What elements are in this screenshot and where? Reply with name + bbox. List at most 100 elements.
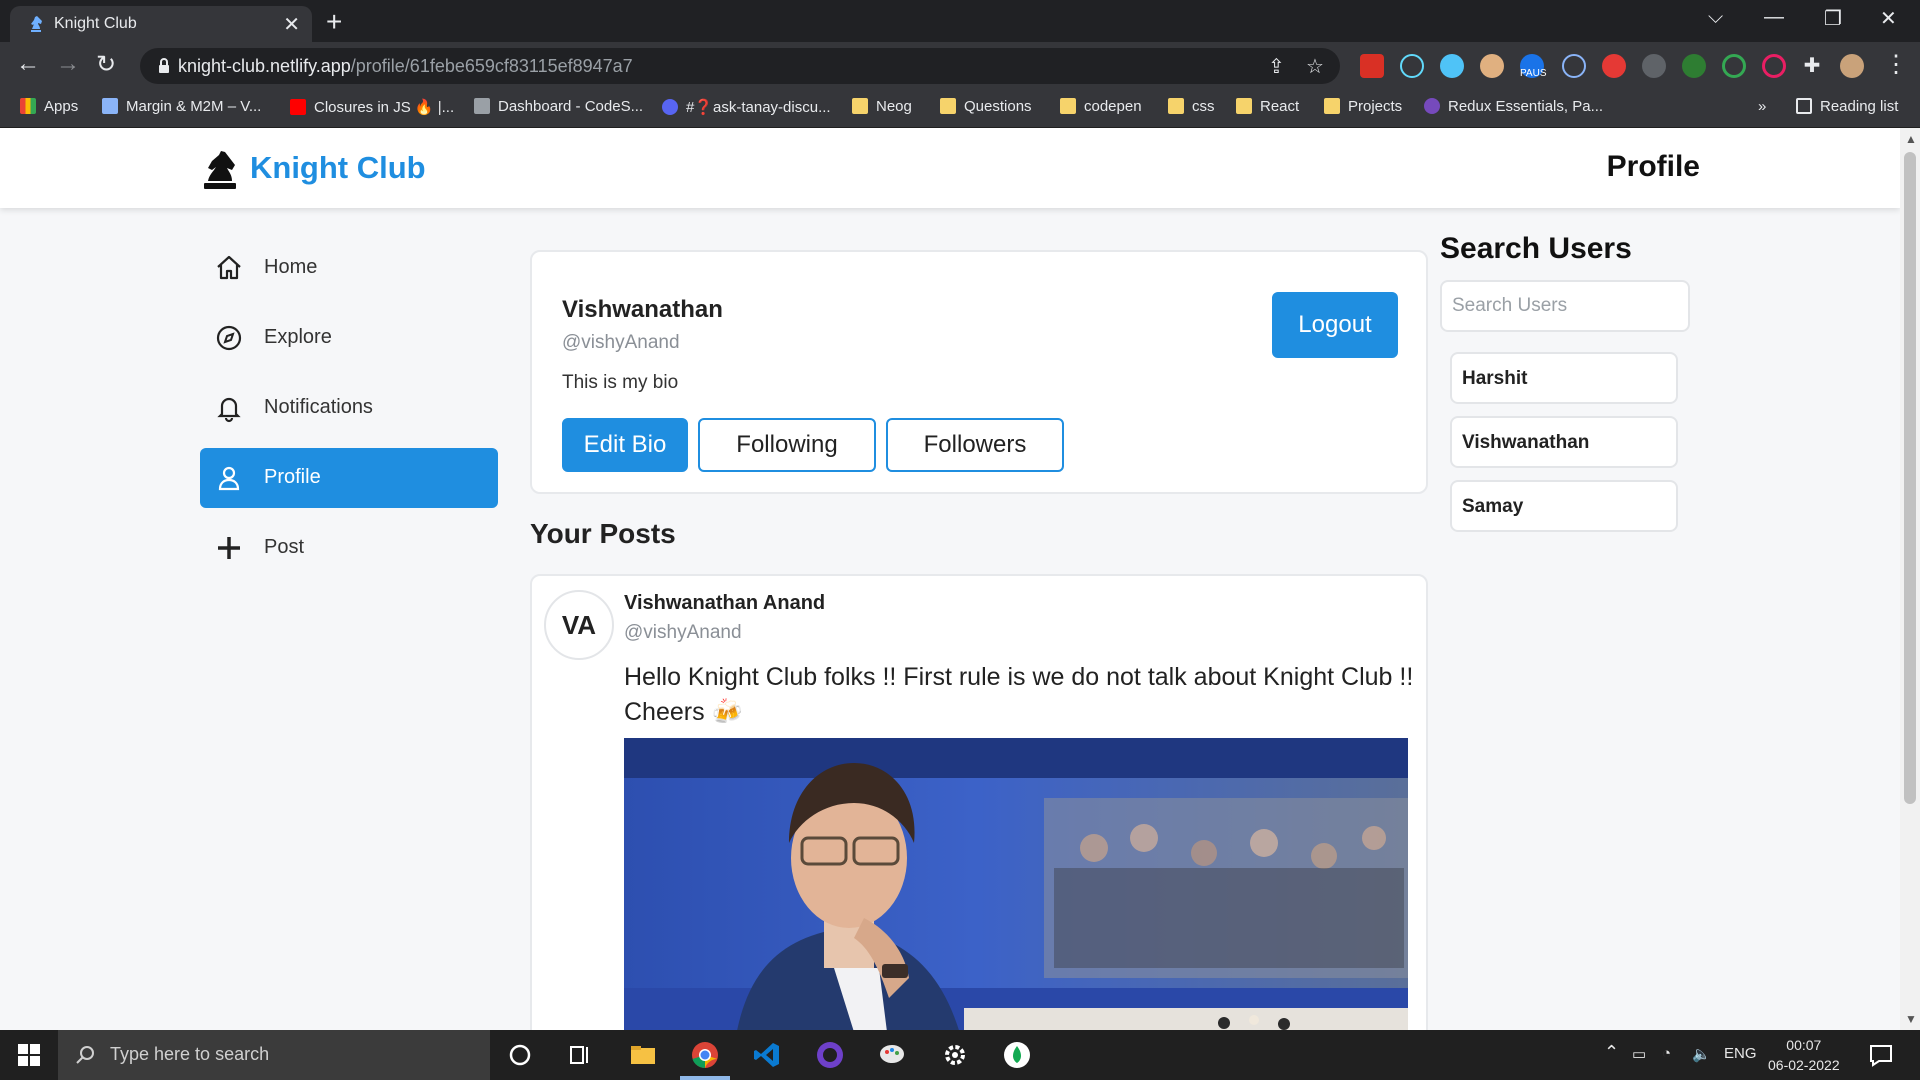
user-result-vishwanathan[interactable]: Vishwanathan: [1450, 416, 1678, 468]
knight-favicon-icon: [31, 16, 42, 32]
pocket-extension-icon[interactable]: [1360, 54, 1384, 78]
brand-logo[interactable]: Knight Club: [202, 146, 426, 190]
nav-item-post[interactable]: Post: [200, 518, 498, 578]
bookmark-neog[interactable]: Neog: [852, 98, 912, 115]
extensions-puzzle-icon[interactable]: ✚: [1800, 54, 1824, 78]
scrollbar-thumb[interactable]: [1904, 152, 1916, 804]
bookmark-react[interactable]: React: [1236, 98, 1299, 115]
bookmark-css[interactable]: css: [1168, 98, 1215, 115]
page-title: Profile: [1606, 150, 1700, 183]
bookmark-star-icon[interactable]: ☆: [1306, 54, 1324, 79]
volume-icon[interactable]: 🔈: [1692, 1045, 1711, 1063]
profile-name: Vishwanathan: [562, 296, 723, 323]
github-desktop-icon[interactable]: [815, 1040, 845, 1070]
grammarly-icon[interactable]: [1642, 54, 1666, 78]
edit-bio-button[interactable]: Edit Bio: [562, 418, 688, 472]
nav-label: Profile: [264, 466, 321, 488]
bookmark-redux[interactable]: Redux Essentials, Pa...: [1424, 98, 1603, 115]
tab-search-icon[interactable]: ⌵: [1708, 6, 1723, 29]
user-icon: [218, 466, 240, 491]
browser-toolbar: ← → ↻ knight-club.netlify.app/profile/61…: [0, 42, 1920, 90]
tab-title: Knight Club: [54, 15, 137, 32]
bookmark-apps[interactable]: Apps: [20, 98, 78, 115]
bookmark-dashboard[interactable]: Dashboard - CodeS...: [474, 98, 643, 115]
owl-extension-icon[interactable]: [1480, 54, 1504, 78]
nav-label: Explore: [264, 326, 332, 348]
mongodb-compass-icon[interactable]: [1002, 1040, 1032, 1070]
following-button[interactable]: Following: [698, 418, 876, 472]
folder-icon: [1168, 98, 1184, 114]
chrome-icon[interactable]: [690, 1040, 720, 1070]
search-users-input[interactable]: [1440, 280, 1690, 332]
notification-center-icon[interactable]: [1866, 1040, 1896, 1070]
close-window-button[interactable]: ✕: [1880, 6, 1897, 31]
vscode-icon[interactable]: [752, 1040, 782, 1070]
settings-gear-icon[interactable]: [940, 1040, 970, 1070]
bookmark-closures[interactable]: Closures in JS 🔥 |...: [290, 98, 454, 116]
m-extension-icon[interactable]: [1440, 54, 1464, 78]
nav-item-notifications[interactable]: Notifications: [200, 378, 498, 438]
page-scrollbar[interactable]: ▲ ▼: [1900, 128, 1920, 1030]
app-header: Knight Club Profile: [0, 128, 1900, 208]
reading-list-button[interactable]: Reading list: [1796, 98, 1898, 115]
url-host: knight-club.netlify.app: [178, 56, 351, 76]
taskbar-search-box[interactable]: Type here to search: [58, 1030, 490, 1080]
share-icon[interactable]: ⇪: [1268, 54, 1285, 79]
minimize-button[interactable]: —: [1764, 6, 1784, 29]
pen-extension-icon[interactable]: [1562, 54, 1586, 78]
reload-button[interactable]: ↻: [96, 50, 116, 79]
scroll-up-arrow-icon[interactable]: ▲: [1905, 132, 1917, 146]
cortana-icon[interactable]: [505, 1040, 535, 1070]
nav-item-explore[interactable]: Explore: [200, 308, 498, 368]
taskbar-clock[interactable]: 00:07 06-02-2022: [1768, 1035, 1840, 1075]
followers-button[interactable]: Followers: [886, 418, 1064, 472]
task-view-icon[interactable]: [565, 1040, 595, 1070]
nav-label: Notifications: [264, 396, 373, 418]
post-avatar[interactable]: VA: [544, 590, 614, 660]
bw-extension-icon[interactable]: [1682, 54, 1706, 78]
language-indicator[interactable]: ENG: [1724, 1045, 1757, 1062]
logout-button[interactable]: Logout: [1272, 292, 1398, 358]
bookmark-projects[interactable]: Projects: [1324, 98, 1402, 115]
user-result-harshit[interactable]: Harshit: [1450, 352, 1678, 404]
taskbar-search-placeholder: Type here to search: [110, 1044, 270, 1064]
clock-date: 06-02-2022: [1768, 1057, 1840, 1073]
bookmark-label: Dashboard - CodeS...: [498, 98, 644, 115]
bookmark-codepen[interactable]: codepen: [1060, 98, 1142, 115]
file-explorer-icon[interactable]: [628, 1040, 658, 1070]
battery-icon[interactable]: ▭: [1632, 1045, 1646, 1063]
back-button[interactable]: ←: [16, 50, 40, 78]
address-bar[interactable]: knight-club.netlify.app/profile/61febe65…: [140, 48, 1340, 84]
nav-item-profile[interactable]: Profile: [200, 448, 498, 508]
target-extension-icon[interactable]: [1722, 54, 1746, 78]
bookmark-label: Apps: [44, 98, 79, 115]
windows-start-icon[interactable]: [18, 1044, 40, 1066]
lock-icon: [159, 58, 169, 73]
url-text: knight-club.netlify.app/profile/61febe65…: [178, 56, 633, 77]
profile-bio: This is my bio: [562, 372, 679, 393]
paint-icon[interactable]: [877, 1040, 907, 1070]
scroll-down-arrow-icon[interactable]: ▼: [1905, 1012, 1917, 1026]
hand-extension-icon[interactable]: [1602, 54, 1626, 78]
post-text: Hello Knight Club folks !! First rule is…: [624, 663, 1414, 726]
restore-button[interactable]: ❐: [1824, 6, 1842, 31]
browser-tab[interactable]: Knight Club ✕: [10, 6, 312, 42]
bookmark-margin[interactable]: Margin & M2M – V...: [102, 98, 261, 115]
forward-button[interactable]: →: [56, 50, 80, 78]
menu-kebab-icon[interactable]: ⋮: [1884, 50, 1908, 79]
user-result-samay[interactable]: Samay: [1450, 480, 1678, 532]
close-tab-icon[interactable]: ✕: [283, 12, 300, 37]
nav-item-home[interactable]: Home: [200, 238, 498, 298]
record-extension-icon[interactable]: [1762, 54, 1786, 78]
react-devtools-icon[interactable]: [1400, 54, 1424, 78]
tray-overflow-chevron-icon[interactable]: ⌃: [1604, 1042, 1619, 1063]
bookmark-discord[interactable]: #❓ask-tanay-discu...: [662, 98, 831, 116]
wifi-icon[interactable]: ◔: [1662, 1045, 1671, 1062]
post-author-name[interactable]: Vishwanathan Anand: [624, 592, 825, 615]
pause-extension-icon[interactable]: PAUS: [1520, 54, 1547, 79]
bookmark-questions[interactable]: Questions: [940, 98, 1032, 115]
profile-avatar[interactable]: [1840, 54, 1864, 78]
chrome-active-indicator: [680, 1076, 730, 1080]
bookmarks-overflow-button[interactable]: »: [1758, 98, 1766, 115]
new-tab-button[interactable]: +: [326, 6, 342, 38]
